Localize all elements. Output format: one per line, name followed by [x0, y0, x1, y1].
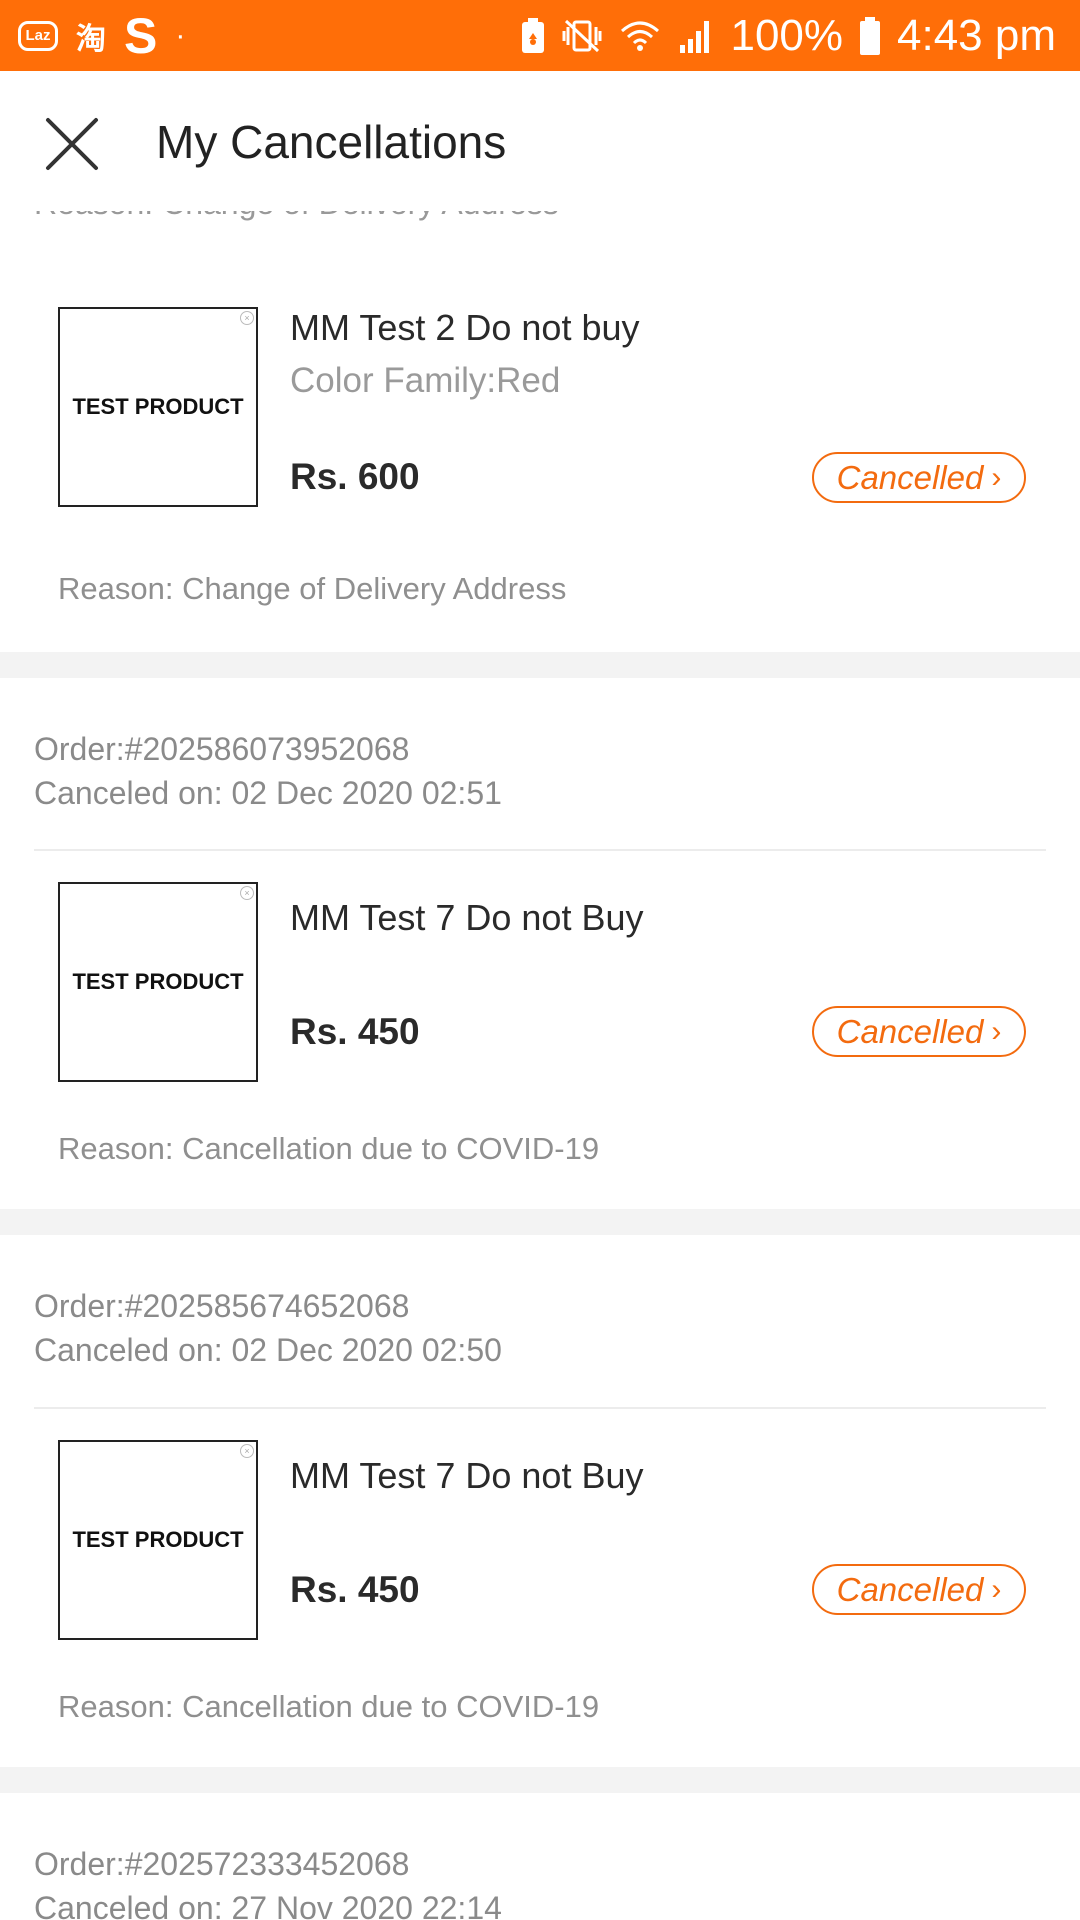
- cancellations-list[interactable]: Reason: Change of Delivery Address TEST …: [0, 211, 1080, 1920]
- order-number: Order:#202585674652068: [34, 1288, 410, 1324]
- battery-saver-icon: [520, 17, 546, 55]
- s-app-icon: S: [124, 7, 158, 64]
- status-label: Cancelled: [836, 1570, 984, 1608]
- thumbnail-label: TEST PRODUCT: [72, 394, 244, 419]
- scrolled-off-text: Reason: Change of Delivery Address: [34, 211, 559, 222]
- thumbnail-close-icon: ×: [240, 311, 254, 325]
- section-separator: [0, 1767, 1080, 1793]
- section-separator: [0, 1209, 1080, 1235]
- wifi-icon: [618, 17, 662, 55]
- order-number: Order:#202572333452068: [34, 1846, 410, 1882]
- divider: [34, 849, 1046, 851]
- product-variant: Color Family:Red: [290, 361, 561, 400]
- thumbnail-label: TEST PRODUCT: [72, 969, 244, 994]
- close-button[interactable]: [44, 116, 100, 172]
- product-thumbnail[interactable]: TEST PRODUCT ×: [58, 1440, 258, 1640]
- cancellation-reason: Reason: Change of Delivery Address: [58, 571, 567, 606]
- chevron-right-icon: ›: [991, 1572, 1002, 1606]
- cancelled-status-button[interactable]: Cancelled ›: [812, 1006, 1026, 1057]
- battery-percent: 100%: [730, 10, 844, 60]
- vibrate-icon: [562, 17, 602, 55]
- thumbnail-close-icon: ×: [240, 886, 254, 900]
- lazada-app-icon: Laz: [18, 20, 58, 51]
- status-bar: Laz 淘 S · 100% 4:43 pm: [0, 0, 1080, 71]
- clock: 4:43 pm: [897, 10, 1056, 60]
- canceled-date: Canceled on: 02 Dec 2020 02:51: [34, 775, 502, 811]
- cancelled-status-button[interactable]: Cancelled ›: [812, 452, 1026, 503]
- cancelled-status-button[interactable]: Cancelled ›: [812, 1564, 1026, 1615]
- divider: [34, 1407, 1046, 1409]
- product-name[interactable]: MM Test 2 Do not buy: [290, 307, 640, 349]
- taobao-app-icon: 淘: [76, 22, 106, 56]
- chevron-right-icon: ›: [991, 460, 1002, 494]
- canceled-date: Canceled on: 27 Nov 2020 22:14: [34, 1890, 502, 1920]
- notification-dot-icon: ·: [175, 18, 186, 52]
- canceled-date: Canceled on: 02 Dec 2020 02:50: [34, 1332, 502, 1368]
- signal-icon: [678, 17, 714, 55]
- section-separator: [0, 652, 1080, 678]
- product-price: Rs. 600: [290, 456, 420, 497]
- product-name[interactable]: MM Test 7 Do not Buy: [290, 1455, 643, 1497]
- thumbnail-close-icon: ×: [240, 1444, 254, 1458]
- battery-icon: [859, 16, 881, 56]
- product-price: Rs. 450: [290, 1569, 420, 1610]
- product-thumbnail[interactable]: TEST PRODUCT ×: [58, 307, 258, 507]
- product-name[interactable]: MM Test 7 Do not Buy: [290, 897, 643, 939]
- close-icon: [46, 118, 98, 170]
- page-title: My Cancellations: [156, 116, 507, 168]
- status-label: Cancelled: [836, 1012, 984, 1050]
- chevron-right-icon: ›: [991, 1014, 1002, 1048]
- status-label: Cancelled: [836, 458, 984, 496]
- product-thumbnail[interactable]: TEST PRODUCT ×: [58, 882, 258, 1082]
- order-number: Order:#202586073952068: [34, 731, 410, 767]
- product-price: Rs. 450: [290, 1011, 420, 1052]
- cancellation-reason: Reason: Cancellation due to COVID-19: [58, 1689, 600, 1724]
- page-header: My Cancellations: [0, 71, 1080, 211]
- cancellation-reason: Reason: Cancellation due to COVID-19: [58, 1131, 600, 1166]
- thumbnail-label: TEST PRODUCT: [72, 1527, 244, 1552]
